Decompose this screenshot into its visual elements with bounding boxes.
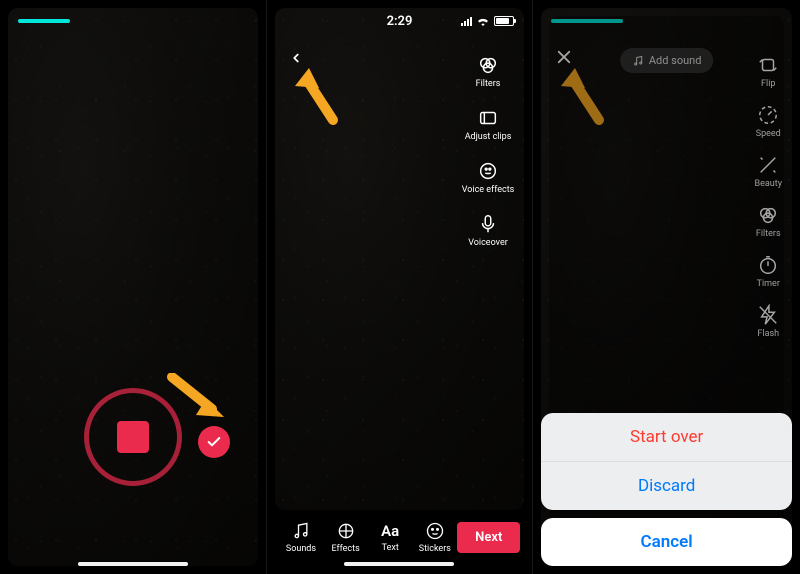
timer-tool[interactable]: Timer [755,254,782,289]
label: Sounds [286,544,316,554]
label: Voice effects [462,185,515,195]
flash-off-icon [757,304,779,326]
beauty-tool[interactable]: Beauty [755,154,782,189]
label: Flip [761,79,775,89]
status-indicators [461,16,514,26]
record-stop-button[interactable] [84,388,182,486]
discard-action-sheet: Start over Discard Cancel [541,413,792,566]
label: Beauty [755,179,782,189]
label: Filters [476,79,501,89]
label: Filters [756,229,781,239]
recording-progress [18,19,70,23]
home-indicator [344,562,454,566]
stickers-tool[interactable]: Stickers [413,521,458,554]
filters-tool[interactable]: Filters [462,54,515,89]
capture-side-tools: Flip Speed Beauty Filters Timer [755,54,782,339]
flip-icon [757,54,779,76]
voice-effects-icon [477,160,499,182]
label: Flash [757,329,779,339]
close-button[interactable] [555,48,573,70]
label: Voiceover [468,238,508,248]
annotation-arrow-3 [557,68,612,128]
status-time: 2:29 [387,14,413,29]
speed-icon [757,104,779,126]
recording-screen [0,0,267,574]
flash-tool[interactable]: Flash [755,304,782,339]
edit-side-tools: Filters Adjust clips Voice effects Voice… [462,54,515,248]
effects-icon [336,521,356,541]
signal-icon [461,16,472,26]
confirm-button[interactable] [198,426,230,458]
adjust-clips-tool[interactable]: Adjust clips [462,107,515,142]
start-over-button[interactable]: Start over [541,413,792,461]
text-tool[interactable]: Aa Text [368,522,413,553]
chevron-left-icon [289,48,303,68]
voiceover-tool[interactable]: Voiceover [462,213,515,248]
cancel-button[interactable]: Cancel [541,518,792,566]
filters-icon [757,204,779,226]
mic-icon [477,213,499,235]
discard-prompt-screen: Add sound Flip Speed Beauty Filters [533,0,800,574]
camera-viewport: 2:29 Filters [275,8,525,510]
adjust-clips-icon [477,107,499,129]
close-icon [555,48,573,66]
add-sound-button[interactable]: Add sound [620,48,714,73]
label: Speed [756,129,781,139]
label: Timer [757,279,780,289]
label: Add sound [649,54,702,67]
voice-effects-tool[interactable]: Voice effects [462,160,515,195]
timer-icon [757,254,779,276]
text-icon: Aa [381,522,399,540]
filters-tool[interactable]: Filters [755,204,782,239]
camera-viewport [8,8,258,566]
label: Effects [331,544,359,554]
status-bar: 2:29 [285,16,515,26]
home-indicator [78,562,188,566]
check-icon [206,434,222,450]
sounds-tool[interactable]: Sounds [279,521,324,554]
recording-progress [551,19,623,23]
filters-icon [477,54,499,76]
music-note-icon [632,55,644,67]
label: Adjust clips [465,132,512,142]
music-note-icon [291,521,311,541]
sticker-icon [425,521,445,541]
wifi-icon [476,16,490,26]
effects-tool[interactable]: Effects [323,521,368,554]
stop-icon [117,421,149,453]
battery-icon [494,16,514,26]
edit-screen: 2:29 Filters [267,0,534,574]
flip-tool[interactable]: Flip [755,54,782,89]
annotation-arrow-2 [291,68,346,128]
discard-button[interactable]: Discard [541,461,792,510]
sparkle-icon [757,154,779,176]
back-button[interactable] [289,48,303,72]
speed-tool[interactable]: Speed [755,104,782,139]
label: Text [382,543,399,553]
label: Stickers [419,544,451,554]
next-button[interactable]: Next [457,522,520,553]
